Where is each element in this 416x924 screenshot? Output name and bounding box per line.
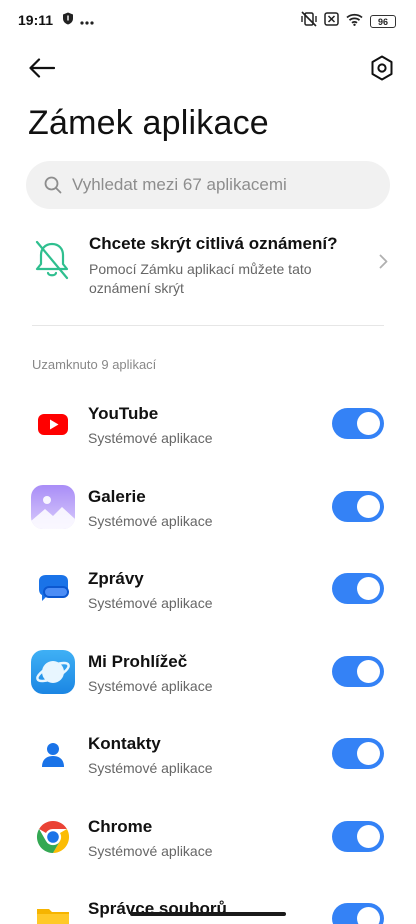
divider [32, 325, 384, 326]
app-name: Mi Prohlížeč [88, 651, 188, 671]
status-time: 19:11 [18, 12, 54, 28]
top-bar [0, 48, 416, 88]
notice-description: Pomocí Zámku aplikací můžete tato oznáme… [89, 261, 312, 296]
app-row-zpravy[interactable]: Zprávy Systémové aplikace [0, 553, 416, 636]
app-row-spravce-souboru[interactable]: Správce souborů [0, 883, 416, 924]
chevron-right-icon [379, 254, 388, 274]
app-category: Systémové aplikace [88, 677, 213, 694]
app-category: Systémové aplikace [88, 430, 213, 446]
locked-apps-label: Uzamknuto 9 aplikací [32, 357, 157, 372]
wifi-icon [346, 13, 363, 31]
toggle-knob [357, 494, 380, 518]
shield-icon [62, 12, 74, 30]
toggle-knob [357, 659, 380, 683]
gallery-icon [31, 484, 75, 529]
sim-disabled-icon [324, 12, 339, 31]
battery-icon: 96 [370, 15, 396, 28]
lock-toggle-zpravy[interactable] [332, 573, 384, 604]
app-row-youtube[interactable]: YouTube Systémové aplikace [0, 388, 416, 471]
app-name: YouTube [88, 404, 159, 423]
toggle-knob [357, 824, 380, 848]
lock-toggle-mi-prohlizec[interactable] [332, 655, 384, 687]
app-row-kontakty[interactable]: Kontakty Systémové aplikace [0, 718, 416, 801]
arrow-left-icon [29, 58, 55, 78]
bell-off-icon [32, 238, 72, 282]
lock-toggle-spravce-souboru[interactable] [332, 903, 384, 924]
app-name: Zprávy [88, 569, 144, 588]
home-indicator[interactable] [130, 912, 286, 916]
search-bar[interactable]: Vyhledat mezi 67 aplikacemi [26, 161, 390, 209]
toggle-knob [357, 907, 380, 924]
app-category: Systémové aplikace [88, 760, 213, 776]
settings-button[interactable] [364, 50, 400, 86]
settings-icon [371, 55, 393, 81]
toggle-knob [357, 412, 380, 435]
vibrate-off-icon [301, 11, 317, 32]
chrome-icon [31, 814, 75, 859]
youtube-icon [31, 402, 75, 446]
lock-toggle-youtube[interactable] [332, 408, 384, 439]
app-list: YouTube Systémové aplikace Galerie Systé… [0, 388, 416, 924]
status-bar: 19:11 96 [0, 0, 416, 40]
hide-notifications-card[interactable]: Chcete skrýt citlivá oznámení? Pomocí Zá… [0, 228, 416, 304]
messages-icon [31, 567, 75, 611]
app-name: Správce souborů [88, 899, 227, 918]
search-input[interactable]: Vyhledat mezi 67 aplikacemi [72, 175, 287, 195]
app-name: Galerie [88, 486, 146, 506]
app-row-galerie[interactable]: Galerie Systémové aplikace [0, 471, 416, 554]
search-icon [44, 176, 62, 194]
file-manager-icon [31, 897, 75, 924]
page-title: Zámek aplikace [28, 104, 269, 142]
mi-browser-icon [31, 649, 75, 694]
app-row-mi-prohlizec[interactable]: Mi Prohlížeč Systémové aplikace [0, 636, 416, 719]
app-name: Kontakty [88, 734, 161, 753]
back-button[interactable] [24, 50, 60, 86]
lock-toggle-galerie[interactable] [332, 490, 384, 522]
contacts-icon [31, 732, 75, 776]
notice-title: Chcete skrýt citlivá oznámení? [89, 234, 338, 253]
app-name: Chrome [88, 816, 153, 836]
more-notifications-icon [80, 12, 94, 30]
toggle-knob [357, 577, 380, 600]
app-category: Systémové aplikace [88, 842, 213, 859]
app-category: Systémové aplikace [88, 512, 213, 529]
lock-toggle-chrome[interactable] [332, 820, 384, 852]
lock-toggle-kontakty[interactable] [332, 738, 384, 769]
app-row-chrome[interactable]: Chrome Systémové aplikace [0, 801, 416, 884]
app-category: Systémové aplikace [88, 595, 213, 611]
toggle-knob [357, 742, 380, 765]
